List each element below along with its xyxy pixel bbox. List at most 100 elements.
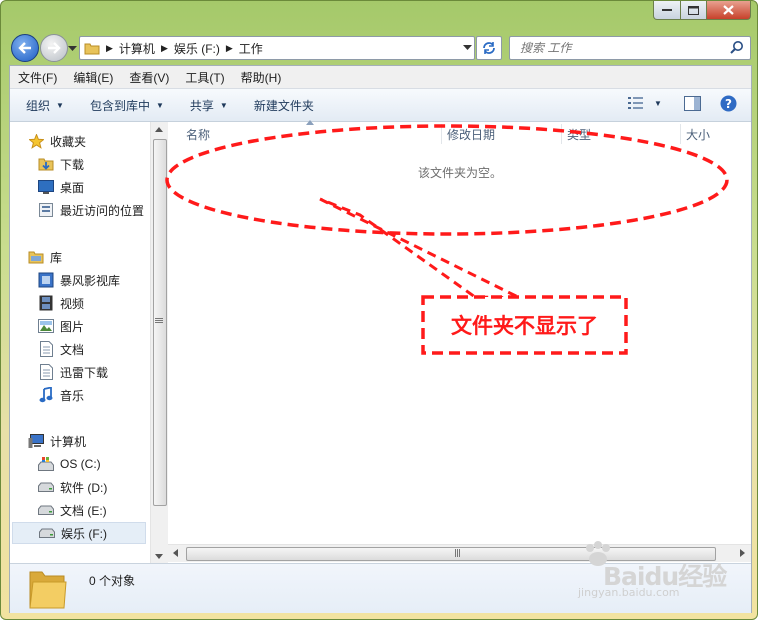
chevron-down-icon: ▼ bbox=[155, 100, 164, 110]
chevron-down-icon bbox=[462, 45, 472, 50]
back-button[interactable] bbox=[11, 34, 39, 62]
nav-item-drive-f[interactable]: 娱乐 (F:) bbox=[12, 522, 146, 544]
nav-item-label: OS (C:) bbox=[60, 457, 101, 471]
nav-libraries[interactable]: 库 bbox=[28, 246, 62, 268]
desktop-icon bbox=[38, 179, 54, 195]
address-dropdown-button[interactable] bbox=[460, 37, 474, 59]
close-button[interactable] bbox=[707, 1, 751, 20]
column-header-label: 修改日期 bbox=[447, 127, 496, 142]
chevron-right-icon[interactable] bbox=[740, 549, 745, 557]
baidu-watermark-url: jingyan.baidu.com bbox=[578, 586, 680, 599]
column-header-size[interactable]: 大小 bbox=[686, 122, 710, 146]
column-header-label: 类型 bbox=[567, 127, 592, 142]
maximize-button[interactable] bbox=[681, 1, 707, 20]
nav-item-recent-places[interactable]: 最近访问的位置 bbox=[38, 199, 144, 221]
nav-item-label: 视频 bbox=[60, 296, 85, 311]
arrow-right-icon bbox=[48, 42, 61, 54]
nav-computer[interactable]: 计算机 bbox=[28, 430, 86, 452]
forward-button[interactable] bbox=[40, 34, 68, 62]
hard-drive-icon bbox=[39, 525, 55, 541]
column-header-type[interactable]: 类型 bbox=[567, 122, 591, 146]
nav-item-baofeng-library[interactable]: 暴风影视库 bbox=[38, 269, 120, 291]
recent-places-icon bbox=[38, 202, 54, 218]
navigation-bar: ▶ 计算机 ▶ 娱乐 (F:) ▶ 工作 bbox=[9, 32, 751, 62]
nav-item-label: 音乐 bbox=[60, 388, 85, 403]
help-button[interactable]: ? bbox=[720, 95, 737, 112]
nav-item-downloads[interactable]: 下载 bbox=[38, 153, 84, 175]
menu-view[interactable]: 查看(V) bbox=[121, 69, 177, 86]
grip-icon bbox=[155, 318, 163, 323]
breadcrumb-drive-f[interactable]: 娱乐 (F:) bbox=[174, 40, 220, 57]
document-icon bbox=[38, 341, 54, 357]
share-label: 共享 bbox=[189, 98, 214, 113]
breadcrumb-arrow-icon[interactable]: ▶ bbox=[106, 43, 113, 54]
preview-pane-icon bbox=[684, 96, 701, 111]
nav-item-label: 文档 (E:) bbox=[60, 503, 107, 518]
video-library-icon bbox=[38, 272, 54, 288]
nav-item-label: 桌面 bbox=[60, 180, 85, 195]
include-in-library-button[interactable]: 包含到库中 ▼ bbox=[82, 97, 172, 114]
search-box[interactable] bbox=[509, 36, 751, 60]
search-icon[interactable] bbox=[730, 40, 744, 57]
chevron-left-icon[interactable] bbox=[173, 549, 178, 557]
breadcrumb-arrow-icon[interactable]: ▶ bbox=[226, 43, 233, 54]
refresh-icon bbox=[483, 42, 495, 54]
navigation-pane-scrollbar[interactable] bbox=[150, 122, 168, 565]
arrow-left-icon bbox=[18, 42, 31, 54]
column-header-date-modified[interactable]: 修改日期 bbox=[447, 122, 495, 146]
nav-item-pictures[interactable]: 图片 bbox=[38, 315, 84, 337]
nav-item-videos[interactable]: 视频 bbox=[38, 292, 84, 314]
preview-pane-button[interactable] bbox=[684, 96, 701, 111]
recent-pages-dropdown[interactable] bbox=[68, 41, 77, 55]
breadcrumb-computer[interactable]: 计算机 bbox=[119, 40, 155, 57]
chevron-down-icon[interactable]: ▼ bbox=[654, 99, 662, 108]
chevron-down-icon bbox=[68, 46, 77, 51]
hard-drive-icon bbox=[38, 502, 54, 518]
nav-item-desktop[interactable]: 桌面 bbox=[38, 176, 84, 198]
breadcrumb-current-folder[interactable]: 工作 bbox=[239, 40, 263, 57]
menu-tools[interactable]: 工具(T) bbox=[177, 69, 232, 86]
nav-item-drive-c[interactable]: OS (C:) bbox=[38, 453, 101, 475]
nav-libraries-label: 库 bbox=[50, 250, 63, 265]
nav-item-drive-d[interactable]: 软件 (D:) bbox=[38, 476, 107, 498]
nav-item-xunlei-downloads[interactable]: 迅雷下载 bbox=[38, 361, 108, 383]
nav-item-documents[interactable]: 文档 bbox=[38, 338, 84, 360]
change-view-button[interactable]: ▼ bbox=[628, 96, 662, 110]
search-input[interactable] bbox=[518, 39, 722, 57]
chevron-up-icon[interactable] bbox=[155, 127, 163, 132]
nav-item-label: 暴风影视库 bbox=[60, 273, 121, 288]
menu-bar: 文件(F) 编辑(E) 查看(V) 工具(T) 帮助(H) bbox=[10, 66, 751, 89]
maximize-icon bbox=[688, 5, 699, 15]
column-header-name[interactable]: 名称 bbox=[186, 122, 210, 146]
refresh-button[interactable] bbox=[476, 36, 502, 60]
menu-file[interactable]: 文件(F) bbox=[10, 69, 65, 86]
svg-text:?: ? bbox=[725, 97, 732, 111]
help-icon: ? bbox=[720, 95, 737, 112]
organize-button[interactable]: 组织 ▼ bbox=[18, 97, 72, 114]
minimize-button[interactable] bbox=[653, 1, 681, 20]
share-button[interactable]: 共享 ▼ bbox=[182, 97, 236, 114]
column-divider[interactable] bbox=[441, 124, 442, 144]
command-bar: 组织 ▼ 包含到库中 ▼ 共享 ▼ 新建文件夹 ▼ ? bbox=[10, 89, 751, 122]
new-folder-button[interactable]: 新建文件夹 bbox=[246, 97, 322, 114]
address-bar[interactable]: ▶ 计算机 ▶ 娱乐 (F:) ▶ 工作 bbox=[79, 36, 475, 60]
nav-item-music[interactable]: 音乐 bbox=[38, 384, 84, 406]
menu-help[interactable]: 帮助(H) bbox=[233, 69, 290, 86]
nav-favorites[interactable]: 收藏夹 bbox=[28, 130, 86, 152]
picture-icon bbox=[38, 318, 54, 334]
music-note-icon bbox=[38, 387, 54, 403]
caption-buttons bbox=[653, 1, 751, 20]
empty-folder-message: 该文件夹为空。 bbox=[418, 166, 503, 180]
column-divider[interactable] bbox=[561, 124, 562, 144]
item-count-text: 0 个对象 bbox=[89, 574, 136, 588]
minimize-icon bbox=[662, 9, 672, 11]
nav-item-drive-e[interactable]: 文档 (E:) bbox=[38, 499, 107, 521]
breadcrumb-arrow-icon[interactable]: ▶ bbox=[161, 43, 168, 54]
computer-icon bbox=[28, 433, 44, 449]
nav-item-label: 迅雷下载 bbox=[60, 365, 109, 380]
chevron-down-icon[interactable] bbox=[155, 554, 163, 559]
column-divider[interactable] bbox=[680, 124, 681, 144]
annotation-callout-text: 文件夹不显示了 bbox=[451, 314, 598, 338]
menu-edit[interactable]: 编辑(E) bbox=[65, 69, 121, 86]
film-icon bbox=[38, 295, 54, 311]
